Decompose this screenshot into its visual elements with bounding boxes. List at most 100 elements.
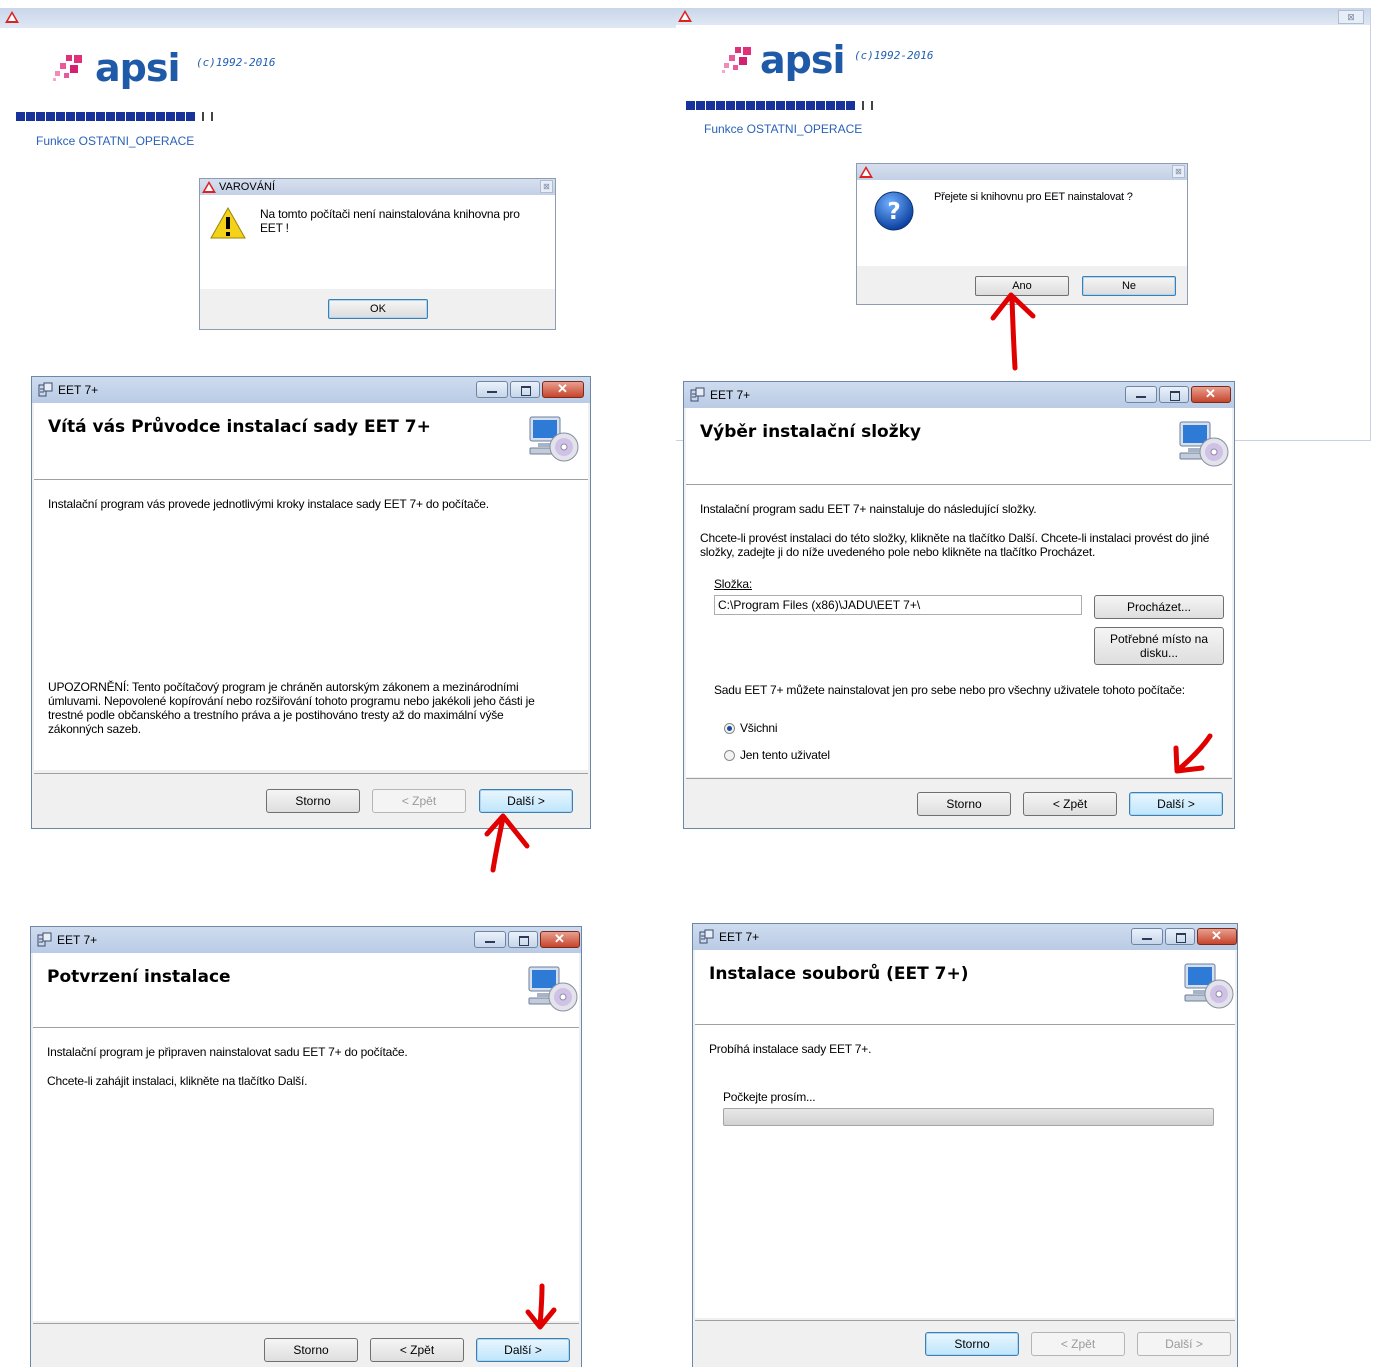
minimize-button[interactable] [476, 381, 508, 398]
cancel-button[interactable]: Storno [925, 1332, 1019, 1356]
question-message: Přejete si knihovnu pro EET nainstalovat… [934, 191, 1133, 203]
intro-text: Instalační program sadu EET 7+ nainstalu… [700, 502, 1037, 516]
copyright-notice: UPOZORNĚNÍ: Tento počítačový program je … [48, 680, 535, 736]
apsi-splash-left: apsi (c)1992-2016 Funkce OSTATNI_OPERACE… [0, 8, 676, 338]
back-button[interactable]: < Zpět [1023, 792, 1117, 816]
warning-close-button[interactable]: ⊠ [540, 180, 553, 193]
apsi-function-label: Funkce OSTATNI_OPERACE [36, 134, 195, 148]
page-heading: Potvrzení instalace [47, 967, 231, 987]
installer-folder-window: EET 7+ ✕ Výběr instalační složky Instala… [683, 381, 1235, 829]
window-body: Instalační program je připraven nainstal… [33, 1028, 579, 1321]
apsi-function-label: Funkce OSTATNI_OPERACE [704, 122, 863, 136]
folder-label: Složka: [714, 577, 752, 591]
computer-cd-icon [528, 966, 578, 1012]
minimize-button[interactable] [1131, 928, 1163, 945]
window-titlebar: EET 7+ ✕ [31, 927, 581, 953]
close-button[interactable]: ✕ [1197, 928, 1237, 945]
installer-welcome-window: EET 7+ ✕ Vítá vás Průvodce instalací sad… [31, 376, 591, 829]
window-banner: Potvrzení instalace [33, 953, 579, 1028]
back-button[interactable]: < Zpět [370, 1338, 464, 1362]
window-banner: Výběr instalační složky [686, 408, 1232, 485]
apsi-logo: apsi [95, 46, 180, 90]
close-button[interactable]: ✕ [542, 381, 584, 398]
footer-separator [33, 1323, 579, 1324]
window-banner: Instalace souborů (EET 7+) [695, 950, 1235, 1025]
page-heading: Instalace souborů (EET 7+) [709, 964, 969, 984]
start-instructions-text: Chcete-li zahájit instalaci, klikněte na… [47, 1074, 308, 1088]
annotation-arrow-next-1 [484, 813, 530, 873]
back-button[interactable]: < Zpět [372, 789, 466, 813]
disk-cost-button[interactable]: Potřebné místo na disku... [1094, 627, 1224, 665]
apsi-splash-right: ⊠ apsi (c)1992-2016 Funkce OSTATNI_OPERA… [676, 8, 1371, 441]
computer-cd-icon [1179, 421, 1229, 467]
apsi-loading-bar [16, 112, 213, 121]
ok-button[interactable]: OK [328, 299, 428, 319]
installer-app-icon [699, 929, 714, 944]
folder-path-input[interactable]: C:\Program Files (x86)\JADU\EET 7+\ [714, 595, 1082, 615]
question-close-button[interactable]: ⊠ [1172, 165, 1185, 178]
installer-progress-window: EET 7+ ✕ Instalace souborů (EET 7+) Prob… [692, 923, 1238, 1367]
window-titlebar: EET 7+ ✕ [684, 382, 1234, 408]
window-body: Probíhá instalace sady EET 7+. Počkejte … [695, 1025, 1235, 1318]
window-title: EET 7+ [58, 383, 99, 397]
next-button[interactable]: Další > [1137, 1332, 1231, 1356]
no-button[interactable]: Ne [1082, 276, 1176, 296]
apsi-app-icon [5, 11, 19, 23]
intro-text: Instalační program vás provede jednotliv… [48, 497, 489, 511]
next-button[interactable]: Další > [476, 1338, 570, 1362]
apsi-app-icon [678, 10, 692, 22]
installer-app-icon [37, 932, 52, 947]
warning-message: Na tomto počítači není nainstalována kni… [260, 207, 520, 235]
back-button[interactable]: < Zpět [1031, 1332, 1125, 1356]
apsi-loading-bar [686, 101, 873, 110]
maximize-button[interactable] [510, 381, 540, 398]
question-title-icon [859, 166, 873, 178]
ready-text: Instalační program je připraven nainstal… [47, 1045, 408, 1059]
installer-confirm-window: EET 7+ ✕ Potvrzení instalace Instalační … [30, 926, 582, 1367]
apsi-logo-icon [722, 47, 751, 73]
close-button[interactable]: ✕ [1191, 386, 1231, 403]
question-icon: ? [874, 191, 914, 231]
minimize-button[interactable] [1125, 386, 1157, 403]
warning-dialog-title: VAROVÁNÍ [219, 181, 276, 193]
footer-separator [34, 773, 588, 774]
cancel-button[interactable]: Storno [917, 792, 1011, 816]
maximize-button[interactable] [1165, 928, 1195, 945]
browse-button[interactable]: Procházet... [1094, 595, 1224, 619]
radio-current-user[interactable] [724, 750, 735, 761]
close-button[interactable]: ✕ [540, 931, 580, 948]
next-button[interactable]: Další > [479, 789, 573, 813]
installing-text: Probíhá instalace sady EET 7+. [709, 1042, 872, 1056]
radio-all-users[interactable] [724, 723, 735, 734]
window-title: EET 7+ [710, 388, 751, 402]
apsi-logo: apsi [760, 38, 845, 82]
footer-separator [695, 1320, 1235, 1321]
svg-text:?: ? [887, 199, 900, 225]
installer-app-icon [38, 382, 53, 397]
cancel-button[interactable]: Storno [264, 1338, 358, 1362]
window-titlebar: EET 7+ ✕ [693, 924, 1237, 950]
warning-icon [210, 207, 246, 239]
computer-cd-icon [529, 416, 579, 462]
wait-label: Počkejte prosím... [723, 1090, 816, 1104]
apsi-titlebar [676, 8, 1370, 25]
question-dialog: ⊠ ? Přejete si knihovnu pro EET nainstal… [856, 163, 1188, 305]
minimize-button[interactable] [474, 931, 506, 948]
maximize-button[interactable] [508, 931, 538, 948]
annotation-arrow-next-3 [525, 1283, 557, 1330]
annotation-arrow-next-2 [1173, 733, 1213, 774]
computer-cd-icon [1184, 963, 1234, 1009]
cancel-button[interactable]: Storno [266, 789, 360, 813]
annotation-arrow-yes [990, 292, 1036, 371]
radio-all-users-label[interactable]: Všichni [740, 721, 777, 735]
apsi-close-button[interactable]: ⊠ [1338, 10, 1364, 24]
window-body: Instalační program vás provede jednotliv… [34, 480, 588, 770]
radio-current-user-label[interactable]: Jen tento uživatel [740, 748, 830, 762]
warning-dialog-titlebar: VAROVÁNÍ ⊠ [200, 179, 555, 195]
next-button[interactable]: Další > [1129, 792, 1223, 816]
apsi-titlebar [0, 8, 676, 28]
maximize-button[interactable] [1159, 386, 1189, 403]
question-dialog-titlebar: ⊠ [857, 164, 1187, 180]
window-title: EET 7+ [57, 933, 98, 947]
warning-title-icon [202, 181, 216, 193]
